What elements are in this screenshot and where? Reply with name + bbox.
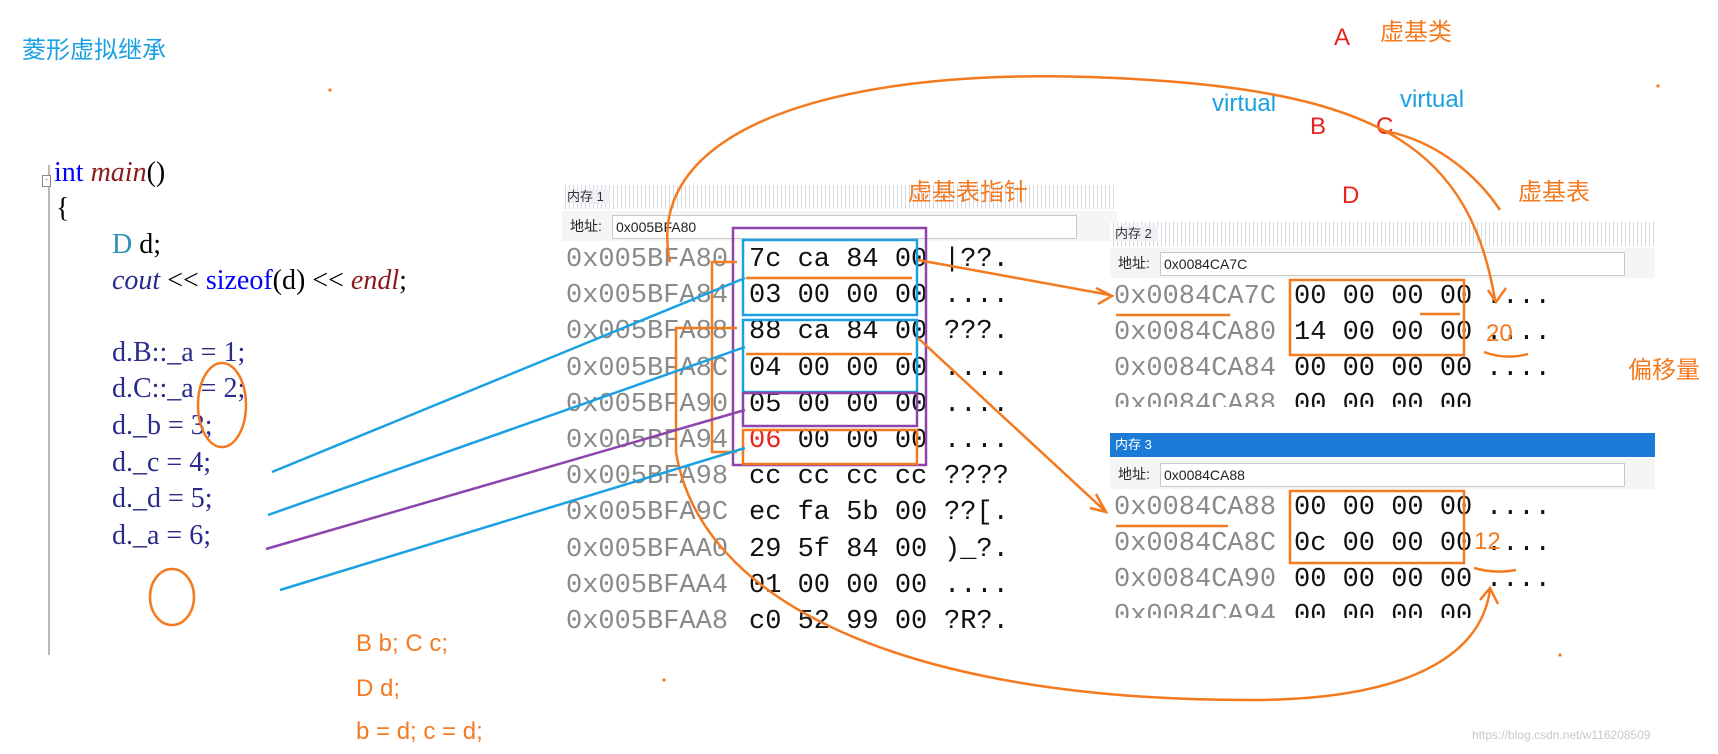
arrowhead-vbase-top xyxy=(1486,287,1508,305)
line-a-to-mem xyxy=(279,446,746,592)
box-c-subobject xyxy=(741,318,919,394)
box-member-a xyxy=(741,428,919,466)
underline-12 xyxy=(1473,566,1517,573)
box-vbtable-c xyxy=(1288,489,1466,565)
curve-vbase-top xyxy=(666,75,1497,301)
box-member-d xyxy=(741,391,919,428)
bracket-offset-c xyxy=(674,326,737,452)
arrow-to-vbtable-b xyxy=(917,258,1111,297)
stray-dots xyxy=(328,84,1660,682)
arrow-to-vbtable-c xyxy=(917,337,1105,511)
circle-a-scoped xyxy=(196,361,248,449)
curve-right-top xyxy=(1379,128,1502,211)
box-vbtable-b xyxy=(1288,278,1466,357)
arrowhead-vbtable-b xyxy=(1095,286,1115,306)
annotation-overlay xyxy=(148,75,1660,702)
watermark: https://blog.csdn.net/w116208509 xyxy=(1472,728,1651,742)
line-b-to-mem xyxy=(271,276,746,474)
circle-a-plain xyxy=(148,567,196,627)
underline-20 xyxy=(1483,350,1529,358)
